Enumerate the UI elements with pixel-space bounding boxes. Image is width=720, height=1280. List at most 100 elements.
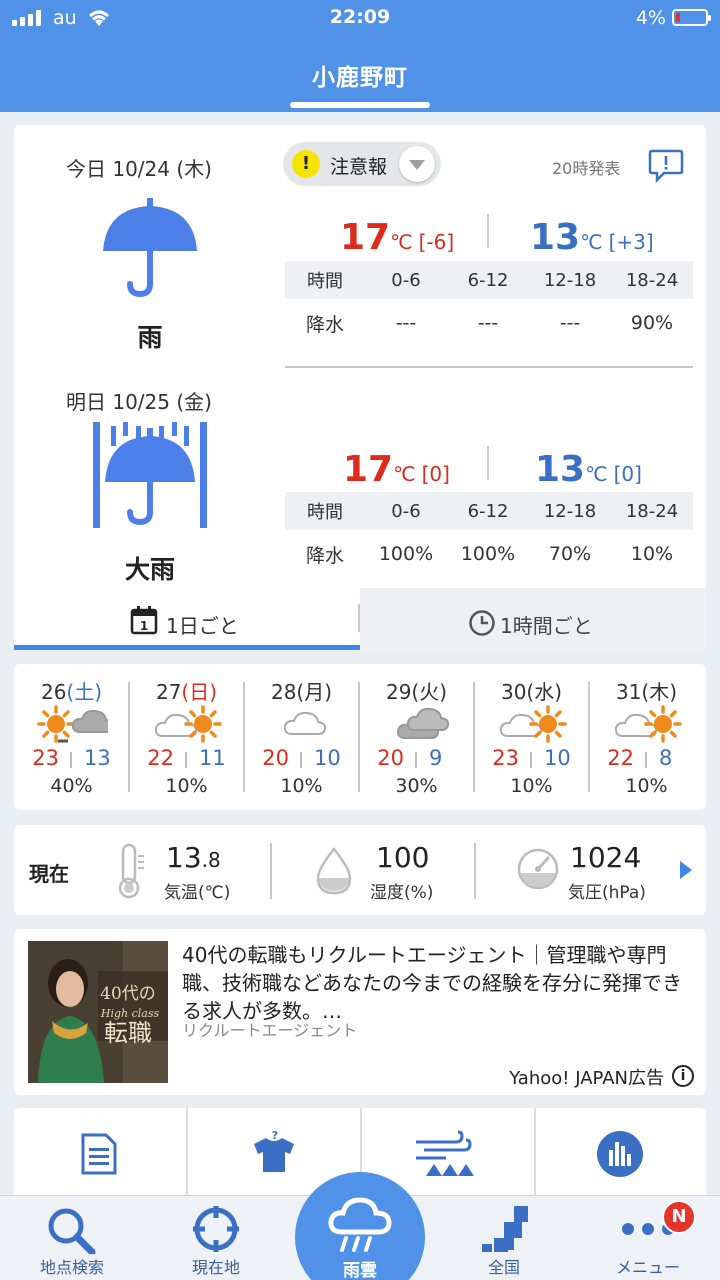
weekly-date: 30(水) [500, 680, 563, 704]
ad-banner[interactable]: 40代の High class 転職 40代の転職もリクルートエージェント｜管理… [14, 929, 706, 1095]
search-icon [48, 1208, 96, 1254]
status-bar: au 22:09 4% [0, 0, 720, 40]
calendar-icon: 1 [130, 606, 158, 635]
page-indicator [290, 102, 430, 108]
humidity-drop-icon [316, 847, 352, 895]
tab-location-search[interactable]: 地点検索 [0, 1196, 144, 1280]
weather-cloud-then-sun-icon [499, 705, 567, 743]
menu-badge: N [662, 1200, 696, 1234]
today-temps: 17℃ [-6] 13℃ [+3] [285, 208, 693, 258]
weekly-separator [358, 682, 360, 792]
weekly-high: 23 [492, 746, 519, 770]
weekly-high: 23 [32, 746, 59, 770]
weekly-low: 8 [659, 746, 673, 770]
weekly-day[interactable]: 31(木) 22 8 10% [589, 664, 704, 810]
location-title: 小鹿野町 [312, 65, 408, 91]
pressure-caption: 気圧(hPa) [568, 883, 646, 903]
weekly-dow: (日) [181, 680, 218, 704]
tab-search-label: 地点検索 [39, 1258, 104, 1277]
ad-info-icon[interactable]: i [672, 1065, 694, 1087]
weekly-high: 22 [147, 746, 174, 770]
weekly-separator [473, 682, 475, 792]
weekly-day[interactable]: 28(月) 20 10 10% [244, 664, 359, 810]
humidity-caption: 湿度(%) [370, 883, 434, 903]
tomorrow-weather: 大雨 [124, 555, 175, 584]
weekly-day[interactable]: 29(火) 20 9 30% [359, 664, 474, 810]
weekly-day[interactable]: 26(土) 23 13 40% [14, 664, 129, 810]
weather-cloud-icon [283, 711, 327, 735]
tab-nation-label: 全国 [487, 1258, 520, 1277]
weather-cloud-then-sun-icon [614, 705, 682, 743]
tool-rain-chart[interactable] [536, 1108, 706, 1208]
weekly-dow: (土) [66, 680, 103, 704]
tool-report[interactable] [14, 1108, 186, 1208]
ad-image[interactable]: 40代の High class 転職 [28, 941, 168, 1083]
tab-hourly-label: 1時間ごと [500, 614, 593, 638]
weekly-precip: 30% [395, 775, 438, 797]
tab-nationwide[interactable]: 全国 [432, 1196, 576, 1280]
weekly-low: 10 [544, 746, 571, 770]
tab-current-location[interactable]: 現在地 [144, 1196, 288, 1280]
weekly-dow: (水) [526, 680, 563, 704]
weekly-date: 28(月) [270, 680, 333, 704]
weekly-separator [243, 682, 245, 792]
chevron-down-icon[interactable] [399, 146, 435, 182]
bar-chart-icon [597, 1131, 643, 1177]
chevron-right-icon[interactable] [680, 861, 692, 879]
svg-text:?: ? [272, 1130, 278, 1142]
tab-daily[interactable]: 1 1日ごと [14, 588, 360, 650]
weekly-date: 27(日) [155, 680, 218, 704]
tomorrow-temps: 17℃ [0] 13℃ [0] [285, 440, 693, 490]
issued-time: 20時発表 [552, 159, 621, 178]
today-precip-table: 時間 0-6 6-12 12-18 18-24 降水 --- --- --- 90% [285, 261, 693, 347]
tab-hourly[interactable]: 1時間ごと [360, 588, 706, 650]
today-weather: 雨 [137, 323, 163, 352]
japan-map-icon [482, 1206, 528, 1252]
weekly-high: 20 [377, 746, 404, 770]
crosshair-icon [193, 1206, 239, 1252]
wind-wave-icon [416, 1130, 474, 1176]
weekly-low: 10 [314, 746, 341, 770]
today-label: 今日 10/24 (木) [66, 157, 212, 181]
weekly-low: 9 [429, 746, 443, 770]
heavy-rain-icon [93, 422, 207, 528]
day-divider [285, 366, 693, 368]
weekly-dow: (木) [641, 680, 678, 704]
weather-sun-then-cloud-icon [37, 705, 108, 743]
tomorrow-low: 13℃ [0] [535, 449, 642, 490]
tab-menu[interactable]: メニュー [576, 1196, 720, 1280]
weekly-precip: 10% [625, 775, 668, 797]
tomorrow-precip-table: 時間 0-6 6-12 12-18 18-24 降水 100% 100% 70% 10% [285, 492, 693, 578]
weekly-day[interactable]: 27(日) 22 11 10% [129, 664, 244, 810]
weather-cloud-then-sun-icon [154, 705, 222, 743]
weekly-low: 13 [84, 746, 111, 770]
alert-dropdown[interactable]: ! 注意報 [283, 142, 441, 186]
svg-text:1: 1 [140, 619, 148, 633]
ad-image-text-3: 転職 [104, 1019, 152, 1047]
temperature-value: 13.8 [166, 841, 221, 874]
location-header[interactable]: 小鹿野町 [0, 40, 720, 112]
weekly-forecast[interactable]: 26(土) 23 13 40% 27(日) 22 11 10% 28(月) 20 10 10% 29(火… [14, 664, 706, 810]
document-icon [81, 1133, 117, 1175]
weekly-separator [588, 682, 590, 792]
current-conditions[interactable]: 現在 13.8 気温(℃) 100 湿度(%) 1024 気圧(hPa) [14, 825, 706, 915]
weekly-date: 26(土) [40, 680, 103, 704]
alert-label: 注意報 [330, 156, 388, 178]
weekly-precip: 40% [50, 775, 93, 797]
ad-image-text-1: 40代の [100, 984, 156, 1004]
tab-daily-label: 1日ごと [166, 614, 239, 638]
weekly-day[interactable]: 30(水) 23 10 10% [474, 664, 589, 810]
tomorrow-high: 17℃ [0] [343, 449, 450, 490]
tab-menu-label: メニュー [615, 1258, 680, 1277]
ad-brand: Yahoo! JAPAN広告 [509, 1068, 664, 1089]
ad-text[interactable]: 40代の転職もリクルートエージェント｜管理職や専門職、技術職などあなたの今までの… [182, 941, 692, 1025]
pressure-value: 1024 [570, 841, 642, 874]
umbrella-icon [103, 198, 197, 298]
today-low: 13℃ [+3] [530, 217, 654, 258]
weekly-low: 11 [199, 746, 226, 770]
clock: 22:09 [329, 6, 391, 28]
tomorrow-label: 明日 10/25 (金) [66, 390, 212, 414]
thermometer-icon [118, 843, 144, 899]
feedback-bubble-icon[interactable] [648, 148, 684, 184]
current-label: 現在 [29, 862, 69, 886]
